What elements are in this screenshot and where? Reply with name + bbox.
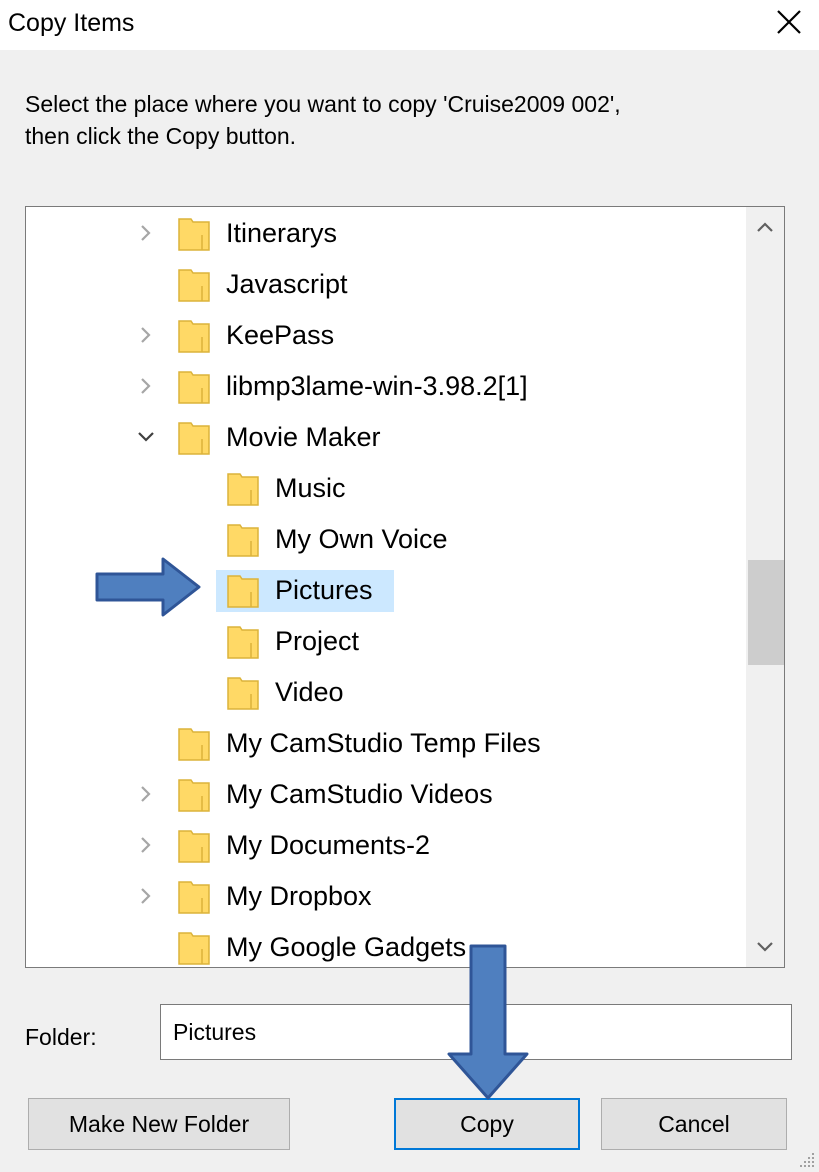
tree-item-label: My Documents-2 <box>226 830 431 860</box>
folder-icon <box>178 727 210 761</box>
folder-icon <box>178 217 210 251</box>
tree-item[interactable]: My Documents-2 <box>26 825 746 865</box>
tree-item-label: libmp3lame-win-3.98.2[1] <box>226 371 528 401</box>
tree-item[interactable]: My Google Gadgets <box>26 927 746 967</box>
tree-item-label: Music <box>275 473 346 503</box>
folder-icon <box>178 421 210 455</box>
arrow-annotation-icon <box>95 557 201 617</box>
vertical-scrollbar[interactable] <box>746 207 784 967</box>
chevron-down-icon <box>757 942 773 952</box>
chevron-right-icon[interactable] <box>136 784 156 804</box>
arrow-annotation-icon-down <box>447 944 529 1100</box>
folder-icon <box>178 370 210 404</box>
close-button[interactable] <box>768 4 810 40</box>
tree-item-label: My Google Gadgets <box>226 932 467 962</box>
tree-item-label: Pictures <box>275 575 373 605</box>
folder-icon <box>227 523 259 557</box>
folder-icon <box>178 829 210 863</box>
tree-item[interactable]: Project <box>26 621 746 661</box>
tree-item[interactable]: libmp3lame-win-3.98.2[1] <box>26 366 746 406</box>
tree-item[interactable]: My CamStudio Videos <box>26 774 746 814</box>
tree-item-label: Movie Maker <box>226 422 381 452</box>
chevron-down-icon[interactable] <box>136 427 156 447</box>
title-bar: Copy Items <box>0 0 819 50</box>
folder-icon <box>178 778 210 812</box>
folder-icon <box>227 625 259 659</box>
folder-icon <box>227 676 259 710</box>
window-title: Copy Items <box>8 9 135 37</box>
tree-item[interactable]: Itinerarys <box>26 213 746 253</box>
folder-icon <box>227 472 259 506</box>
folder-label: Folder: <box>25 1024 97 1050</box>
chevron-up-icon <box>757 222 773 232</box>
tree-item[interactable]: Video <box>26 672 746 712</box>
tree-item-label: KeePass <box>226 320 335 350</box>
tree-item-label: My CamStudio Videos <box>226 779 493 809</box>
tree-item-label: Video <box>275 677 344 707</box>
chevron-right-icon[interactable] <box>136 325 156 345</box>
tree-item-label: Project <box>275 626 360 656</box>
tree-item[interactable]: My CamStudio Temp Files <box>26 723 746 763</box>
chevron-right-icon[interactable] <box>136 886 156 906</box>
tree-item-label: My CamStudio Temp Files <box>226 728 541 758</box>
tree-item-label: My Own Voice <box>275 524 448 554</box>
instructions-text: Select the place where you want to copy … <box>25 88 805 152</box>
folder-icon <box>227 574 259 608</box>
tree-item[interactable]: My Own Voice <box>26 519 746 559</box>
folder-icon <box>178 319 210 353</box>
instructions-line-1: Select the place where you want to copy … <box>25 91 621 117</box>
instructions-line-2: then click the Copy button. <box>25 123 297 149</box>
tree-item[interactable]: Javascript <box>26 264 746 304</box>
tree-item-label: Itinerarys <box>226 218 338 248</box>
scrollbar-thumb[interactable] <box>748 560 784 665</box>
chevron-right-icon[interactable] <box>136 223 156 243</box>
chevron-right-icon[interactable] <box>136 376 156 396</box>
tree-item[interactable]: My Dropbox <box>26 876 746 916</box>
copy-button[interactable]: Copy <box>394 1098 580 1150</box>
folder-icon <box>178 931 210 965</box>
scroll-down-button[interactable] <box>746 927 784 967</box>
tree-item[interactable]: KeePass <box>26 315 746 355</box>
tree-item-label: My Dropbox <box>226 881 372 911</box>
folder-icon <box>178 268 210 302</box>
tree-item[interactable]: Music <box>26 468 746 508</box>
make-new-folder-button[interactable]: Make New Folder <box>28 1098 290 1150</box>
chevron-right-icon[interactable] <box>136 835 156 855</box>
close-icon <box>777 10 801 34</box>
tree-item-label: Javascript <box>226 269 348 299</box>
tree-item[interactable]: Movie Maker <box>26 417 746 457</box>
scroll-up-button[interactable] <box>746 207 784 247</box>
cancel-button[interactable]: Cancel <box>601 1098 787 1150</box>
folder-icon <box>178 880 210 914</box>
resize-grip-icon[interactable] <box>795 1148 817 1170</box>
